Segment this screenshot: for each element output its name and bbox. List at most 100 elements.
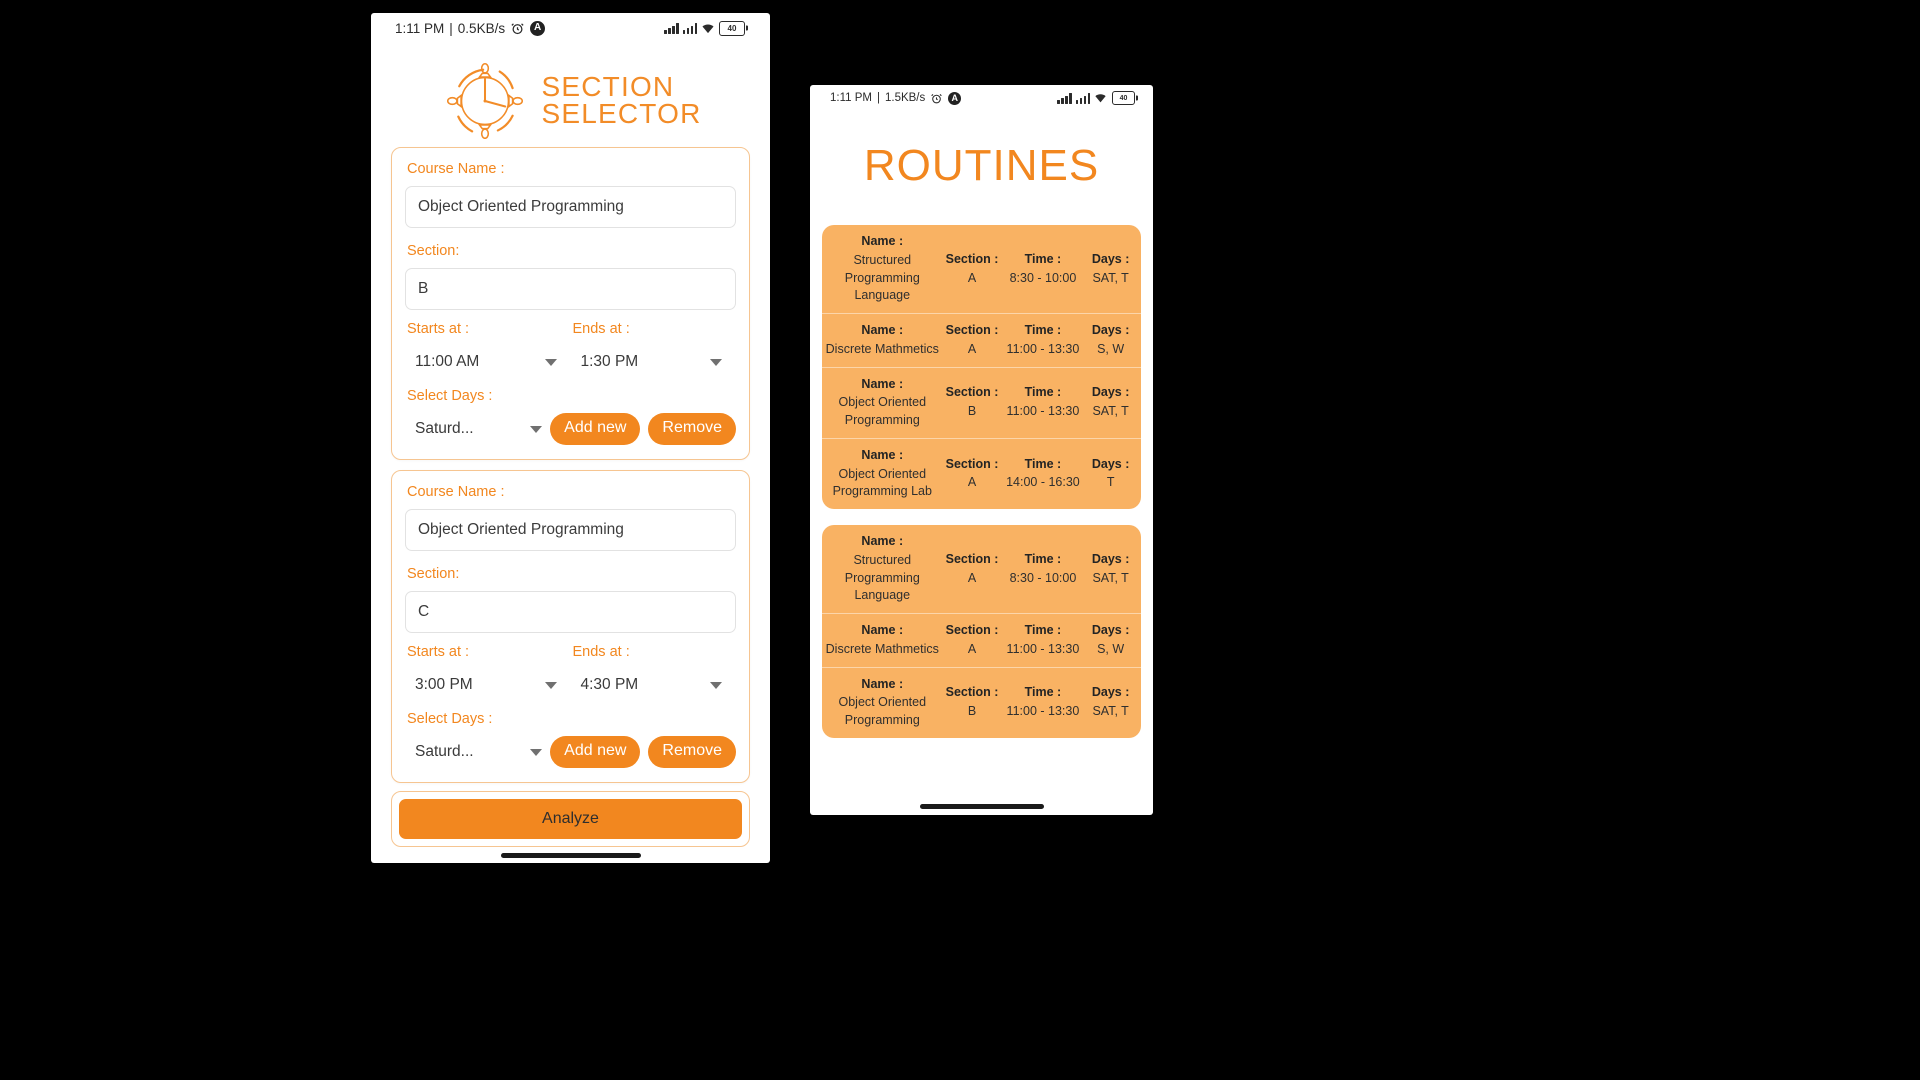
starts-at-label: Starts at : bbox=[407, 644, 470, 660]
table-row[interactable]: Name : Object Oriented Programming Secti… bbox=[822, 668, 1141, 738]
routine-days-cell: Days : SAT, T bbox=[1082, 382, 1139, 423]
routine-name-cell: Name : Structured Programming Language bbox=[824, 231, 941, 307]
analyze-button[interactable]: Analyze bbox=[399, 799, 742, 839]
routine-days-cell: Days : T bbox=[1082, 454, 1139, 495]
select-days-value: Saturd... bbox=[415, 743, 474, 760]
routine-days-cell: Days : SAT, T bbox=[1082, 682, 1139, 723]
table-row[interactable]: Name : Object Oriented Programming Secti… bbox=[822, 368, 1141, 439]
logo-line-1: SECTION bbox=[541, 71, 675, 103]
course-name-input[interactable] bbox=[405, 186, 736, 228]
routine-days-cell: Days : SAT, T bbox=[1082, 549, 1139, 590]
name-header: Name : bbox=[861, 376, 904, 391]
app-badge-icon: A bbox=[530, 20, 546, 36]
section-value: B bbox=[967, 404, 977, 419]
signal-bars-icon-1 bbox=[664, 22, 679, 34]
section-header: Section : bbox=[945, 551, 999, 566]
section-header: Section : bbox=[945, 685, 999, 700]
section-value: A bbox=[967, 570, 977, 585]
time-labels-row: Starts at : Ends at : bbox=[405, 644, 736, 669]
ends-at-value: 4:30 PM bbox=[580, 676, 639, 693]
time-header: Time : bbox=[1024, 623, 1062, 637]
days-header: Days : bbox=[1091, 323, 1130, 337]
routine-time-cell: Time : 8:30 - 10:00 bbox=[1004, 249, 1083, 290]
course-card: Course Name : Section: Starts at : Ends … bbox=[391, 147, 750, 460]
routines-scroll-area[interactable]: Name : Structured Programming Language S… bbox=[810, 225, 1153, 809]
name-value: Object Oriented Programming bbox=[838, 695, 927, 727]
name-header: Name : bbox=[861, 323, 904, 337]
routine-days-cell: Days : SAT, T bbox=[1082, 249, 1139, 290]
section-value: A bbox=[967, 341, 977, 356]
table-row[interactable]: Name : Structured Programming Language S… bbox=[822, 525, 1141, 614]
days-and-actions-row: Saturd... Add new Remove bbox=[405, 736, 736, 768]
ends-at-label: Ends at : bbox=[572, 644, 630, 660]
time-header: Time : bbox=[1024, 385, 1062, 400]
battery-icon: 40 bbox=[719, 20, 745, 36]
starts-at-select[interactable]: 11:00 AM bbox=[405, 346, 571, 378]
days-value: SAT, T bbox=[1092, 570, 1129, 585]
select-days-dropdown[interactable]: Saturd... bbox=[405, 736, 550, 768]
phone-section-selector: 1:11 PM | 0.5KB/s A 40 SECTION SELECTOR … bbox=[371, 13, 770, 863]
wifi-icon bbox=[1094, 93, 1108, 104]
routine-name-cell: Name : Object Oriented Programming Lab bbox=[824, 445, 941, 503]
select-days-label: Select Days : bbox=[407, 711, 493, 727]
section-input[interactable] bbox=[405, 268, 736, 310]
table-row[interactable]: Name : Discrete Mathmetics Section : A T… bbox=[822, 314, 1141, 368]
ends-at-select[interactable]: 1:30 PM bbox=[571, 346, 737, 378]
name-value: Structured Programming Language bbox=[844, 552, 920, 603]
status-bar-left: 1:11 PM | 0.5KB/s A 40 bbox=[371, 13, 770, 43]
section-value: A bbox=[967, 641, 977, 656]
starts-at-value: 11:00 AM bbox=[415, 353, 480, 370]
add-new-button[interactable]: Add new bbox=[550, 736, 641, 768]
days-value: S, W bbox=[1097, 641, 1125, 656]
days-value: SAT, T bbox=[1092, 270, 1129, 285]
select-days-label: Select Days : bbox=[407, 388, 493, 404]
section-label: Section: bbox=[407, 566, 460, 582]
time-value: 11:00 - 13:30 bbox=[1006, 341, 1080, 356]
table-row[interactable]: Name : Discrete Mathmetics Section : A T… bbox=[822, 614, 1141, 668]
table-row[interactable]: Name : Object Oriented Programming Lab S… bbox=[822, 439, 1141, 509]
wifi-icon bbox=[701, 23, 715, 34]
time-value: 14:00 - 16:30 bbox=[1006, 475, 1080, 490]
phone-routines: 1:11 PM | 1.5KB/s A 40 ROUTINES Name: S… bbox=[810, 85, 1153, 815]
starts-at-label: Starts at : bbox=[407, 321, 470, 337]
starts-at-select[interactable]: 3:00 PM bbox=[405, 669, 571, 701]
ends-at-label: Ends at : bbox=[572, 321, 630, 337]
remove-button[interactable]: Remove bbox=[648, 736, 736, 768]
routine-name-cell: Name : Discrete Mathmetics bbox=[824, 320, 941, 361]
time-header: Time : bbox=[1024, 456, 1062, 471]
routine-section-cell: Section : A bbox=[941, 320, 1004, 361]
chevron-down-icon bbox=[710, 358, 722, 366]
remove-button[interactable]: Remove bbox=[648, 413, 736, 445]
routine-name-cell: Name : Structured Programming Language bbox=[824, 531, 941, 607]
time-header: Time : bbox=[1024, 551, 1062, 566]
routine-section-cell: Section : A bbox=[941, 249, 1004, 290]
status-network-speed: 1.5KB/s bbox=[884, 92, 926, 104]
add-new-button[interactable]: Add new bbox=[550, 413, 641, 445]
days-header: Days : bbox=[1091, 251, 1130, 266]
home-indicator bbox=[500, 853, 641, 858]
signal-bars-icon-2 bbox=[1075, 92, 1090, 104]
section-header: Section : bbox=[945, 251, 999, 266]
table-row[interactable]: Name : Structured Programming Language S… bbox=[822, 225, 1141, 314]
time-value: 8:30 - 10:00 bbox=[1009, 570, 1077, 585]
days-header: Days : bbox=[1091, 623, 1130, 637]
days-header: Days : bbox=[1091, 456, 1130, 471]
app-logo: SECTION SELECTOR bbox=[371, 43, 770, 157]
course-form-scroll-area[interactable]: Course Name : Section: Starts at : Ends … bbox=[371, 141, 770, 819]
status-separator: | bbox=[449, 20, 453, 36]
battery-icon: 40 bbox=[1112, 91, 1135, 105]
section-input[interactable] bbox=[405, 591, 736, 633]
time-value: 11:00 - 13:30 bbox=[1006, 404, 1080, 419]
routine-days-cell: Days : S, W bbox=[1082, 320, 1139, 361]
ends-at-select[interactable]: 4:30 PM bbox=[571, 669, 737, 701]
routine-time-cell: Time : 11:00 - 13:30 bbox=[1004, 320, 1083, 361]
ends-at-value: 1:30 PM bbox=[580, 353, 639, 370]
chevron-down-icon bbox=[530, 748, 542, 756]
routine-section-cell: Section : A bbox=[941, 549, 1004, 590]
course-name-label: Course Name : bbox=[407, 161, 505, 177]
status-network-speed: 0.5KB/s bbox=[457, 20, 506, 36]
routine-name-cell: Name : Object Oriented Programming bbox=[824, 374, 941, 432]
course-name-input[interactable] bbox=[405, 509, 736, 551]
select-days-dropdown[interactable]: Saturd... bbox=[405, 413, 550, 445]
starts-at-value: 3:00 PM bbox=[415, 676, 473, 693]
